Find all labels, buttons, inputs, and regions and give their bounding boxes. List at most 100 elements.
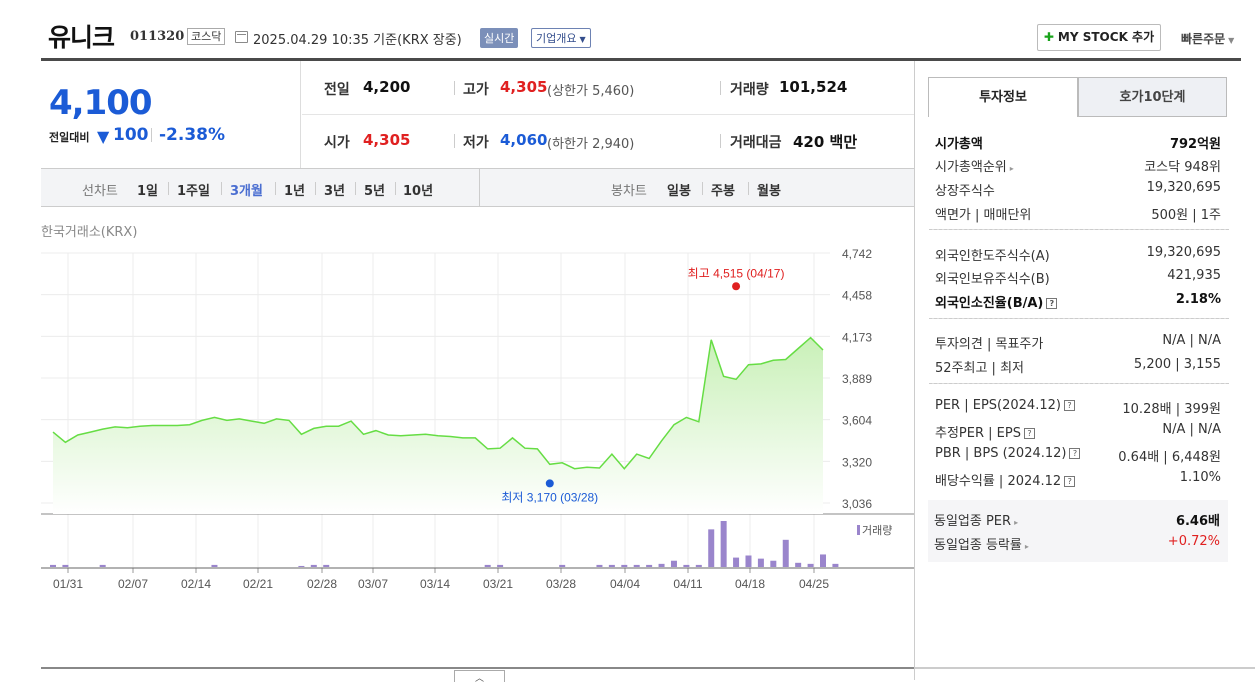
invest-info-row: 추정PER | EPS? N/A | N/A xyxy=(935,422,1221,446)
x-tick-label: 04/18 xyxy=(735,577,765,591)
help-icon[interactable]: ? xyxy=(1046,298,1058,309)
invest-info-value: N/A | N/A xyxy=(1162,333,1221,348)
plus-icon: ✚ xyxy=(1043,30,1054,44)
invest-info-label[interactable]: 시가총액순위 ▸ xyxy=(935,156,1014,175)
invest-info-value: 792억원 xyxy=(1169,137,1221,152)
row-divider xyxy=(929,318,1229,319)
tab-invest-info[interactable]: 투자정보 xyxy=(928,77,1078,117)
x-tick-label: 03/21 xyxy=(483,577,513,591)
volume-bar xyxy=(745,555,752,567)
tab-hoga-10[interactable]: 호가10단계 xyxy=(1078,77,1227,117)
invest-info-label: PER | EPS(2024.12)? xyxy=(935,398,1075,413)
invest-info-value: 1.10% xyxy=(1179,470,1221,485)
invest-info-row: 외국인소진율(B/A)? 2.18% xyxy=(935,292,1221,316)
help-icon[interactable]: ? xyxy=(1064,476,1076,487)
invest-info-label: 외국인보유주식수(B) xyxy=(935,272,1050,287)
sector-info-label[interactable]: 동일업종 PER ▸ xyxy=(934,510,1018,529)
y-tick-label: 4,458 xyxy=(842,289,872,303)
volume-bar xyxy=(596,564,603,567)
sector-info-row: 동일업종 등락률 ▸ +0.72% xyxy=(934,534,1220,558)
invest-info-row: 52주최고 | 최저 5,200 | 3,155 xyxy=(935,357,1221,381)
invest-info-row: 액면가 | 매매단위 500원 | 1주 xyxy=(935,204,1221,228)
volume-bar xyxy=(695,564,702,567)
mystock-label: MY STOCK 추가 xyxy=(1057,30,1155,44)
volume-bar xyxy=(633,564,640,567)
volume-bar xyxy=(670,560,677,567)
x-tick-label: 02/28 xyxy=(307,577,337,591)
invest-info-label: 액면가 | 매매단위 xyxy=(935,208,1032,223)
help-icon[interactable]: ? xyxy=(1069,448,1081,459)
volume-bar xyxy=(621,564,628,567)
invest-info-label: 상장주식수 xyxy=(935,184,995,199)
volume-bar xyxy=(658,563,665,567)
invest-info-label: 배당수익률 | 2024.12? xyxy=(935,470,1076,489)
volume-bar xyxy=(770,560,777,567)
volume-bar xyxy=(720,521,727,567)
invest-info-row: PER | EPS(2024.12)? 10.28배 | 399원 xyxy=(935,398,1221,422)
invest-info-value: 19,320,695 xyxy=(1146,180,1221,195)
x-tick-label: 03/28 xyxy=(546,577,576,591)
sector-info-value: 6.46배 xyxy=(1175,514,1220,529)
volume-bar xyxy=(211,564,218,567)
x-tick-label: 02/07 xyxy=(118,577,148,591)
expand-toggle[interactable]: ︿ xyxy=(454,670,505,684)
invest-info-label: 외국인소진율(B/A)? xyxy=(935,292,1058,311)
chevron-down-icon: ▼ xyxy=(1228,36,1235,45)
help-icon[interactable]: ? xyxy=(1023,428,1035,439)
x-tick-label: 04/25 xyxy=(799,577,829,591)
sector-info-label[interactable]: 동일업종 등락률 ▸ xyxy=(934,534,1029,553)
volume-bar xyxy=(559,564,566,567)
panel-bottom-line xyxy=(914,667,1255,669)
help-icon[interactable]: ? xyxy=(1063,400,1075,411)
x-tick-label: 04/04 xyxy=(610,577,640,591)
price-chart[interactable]: 4,742 4,458 4,173 3,889 3,604 3,320 3,036 01/31… xyxy=(0,0,914,600)
invest-info-label: 시가총액 xyxy=(935,137,983,152)
volume-bar xyxy=(62,564,69,567)
volume-bar xyxy=(683,564,690,567)
volume-bar xyxy=(820,554,826,567)
volume-bar xyxy=(733,557,740,567)
sector-info-row: 동일업종 PER ▸ 6.46배 xyxy=(934,510,1220,534)
invest-info-label: 투자의견 | 목표주가 xyxy=(935,337,1044,352)
x-tick-label: 04/11 xyxy=(673,577,702,591)
y-tick-label: 3,604 xyxy=(842,414,872,428)
row-divider xyxy=(929,229,1229,230)
volume-bar xyxy=(708,529,715,567)
volume-bar xyxy=(807,563,814,567)
x-tick-label: 01/31 xyxy=(53,577,83,591)
invest-info-label: 외국인한도주식수(A) xyxy=(935,249,1050,264)
volume-legend-swatch xyxy=(857,525,860,535)
volume-bar xyxy=(50,564,56,567)
x-tick-label: 03/14 xyxy=(420,577,450,591)
volume-bar xyxy=(99,564,106,567)
invest-info-value: 5,200 | 3,155 xyxy=(1133,357,1221,372)
invest-info-value: 421,935 xyxy=(1167,268,1221,283)
invest-info-row: 배당수익률 | 2024.12? 1.10% xyxy=(935,470,1221,494)
sector-info-value: +0.72% xyxy=(1167,534,1220,549)
y-tick-label: 3,320 xyxy=(842,455,872,469)
add-my-stock-button[interactable]: ✚ MY STOCK 추가 xyxy=(1037,24,1161,51)
volume-bar xyxy=(782,539,789,567)
chart-bottom-line xyxy=(41,667,914,669)
chevron-up-icon: ︿ xyxy=(474,674,484,684)
min-label: 최저 3,170 (03/28) xyxy=(501,490,598,504)
invest-info-label: 추정PER | EPS? xyxy=(935,422,1035,441)
volume-bar xyxy=(795,562,802,567)
volume-bar xyxy=(832,563,839,567)
y-tick-label: 3,889 xyxy=(842,372,872,386)
volume-bar xyxy=(497,564,504,567)
volume-bar xyxy=(484,564,491,567)
invest-info-value: 19,320,695 xyxy=(1146,245,1221,260)
quick-order-button[interactable]: 빠른주문 ▼ xyxy=(1181,30,1234,47)
y-tick-label: 4,742 xyxy=(842,247,872,261)
invest-info-value: 코스닥 948위 xyxy=(1144,160,1221,175)
invest-info-value: 10.28배 | 399원 xyxy=(1122,402,1221,417)
volume-bar xyxy=(323,564,330,567)
invest-info-row: 외국인보유주식수(B) 421,935 xyxy=(935,268,1221,292)
volume-bar xyxy=(608,564,615,567)
y-tick-label: 4,173 xyxy=(842,330,872,344)
max-marker xyxy=(732,282,741,291)
y-tick-label: 3,036 xyxy=(842,497,872,511)
invest-info-value: 500원 | 1주 xyxy=(1151,208,1221,223)
invest-info-label: PBR | BPS (2024.12)? xyxy=(935,446,1081,461)
